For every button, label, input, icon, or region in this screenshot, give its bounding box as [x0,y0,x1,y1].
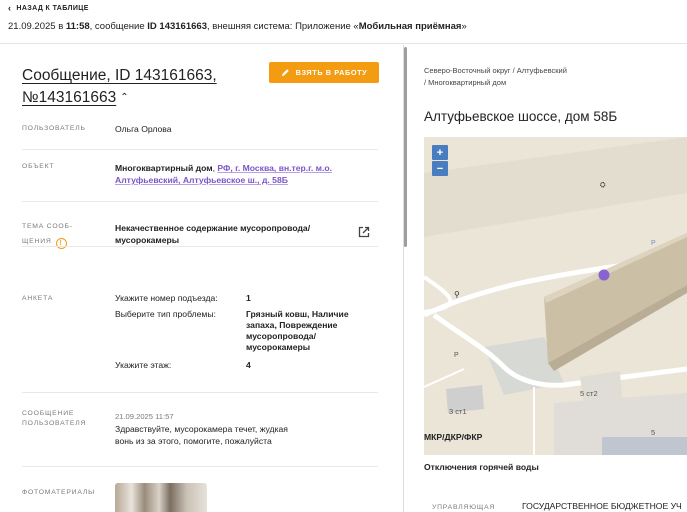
message-title-line2: №143161663 [22,89,117,106]
breadcrumb-line2: / Многоквартирный дом [424,78,507,87]
meta-system-text: , внешняя система: Приложение « [206,21,359,32]
section-mkr[interactable]: МКР/ДКР/ФКР [424,432,482,442]
zoom-in-button[interactable]: + [432,145,448,160]
user-message-text-2: вонь из за этого, помогите, пожалуйста [115,436,272,446]
meta-date: 21.09.2025 [8,21,56,32]
divider [22,149,378,150]
zoom-out-button[interactable]: − [432,161,448,176]
meta-system-close: » [461,21,467,32]
svg-text:⛭: ⛭ [600,181,606,189]
user-message-label-1: СООБЩЕНИЕ [22,410,75,417]
survey-answer: 1 [246,293,251,303]
user-message-label: СООБЩЕНИЕ ПОЛЬЗОВАТЕЛЯ [22,409,86,429]
topic-label: ТЕМА СООБ- ЩЕНИЯ! [22,219,73,249]
user-row: ПОЛЬЗОВАТЕЛЬ Ольга Орлова [22,121,378,141]
photo-thumbnail[interactable] [115,483,207,512]
message-details-panel: Сообщение, ID 143161663, №143161663 ⌃ ВЗЯ… [0,45,403,512]
user-message-row: СООБЩЕНИЕ ПОЛЬЗОВАТЕЛЯ 21.09.2025 11:57 … [22,409,378,451]
management-value: ГОСУДАРСТВЕННОЕ БЮДЖЕТНОЕ УЧ [522,501,682,511]
meta-time: 11:58 [65,21,90,32]
topic-label-1: ТЕМА СООБ- [22,223,73,230]
survey-answer: Грязный ковш, Наличие запаха, Повреждени… [246,309,349,352]
building-label: 3 ст1 [449,407,467,416]
map[interactable]: ⛭ ⚲ P P 3 ст1 5 ст2 5 + − [424,137,687,455]
user-message-value: 21.09.2025 11:57 Здравствуйте, мусорокам… [115,410,355,447]
warning-icon[interactable]: ! [55,238,67,249]
object-row: ОБЪЕКТ Многоквартирный дом, РФ, г. Москв… [22,159,378,191]
user-message-text-1: Здравствуйте, мусорокамера течет, жудкая [115,424,288,434]
management-label: УПРАВЛЯЮЩАЯ [432,504,496,511]
photos-label: ФОТОМАТЕРИАЛЫ [22,489,95,496]
meta-in: в [58,21,64,32]
topic-row: ТЕМА СООБ- ЩЕНИЯ! Некачественное содержа… [22,219,378,259]
take-to-work-button[interactable]: ВЗЯТЬ В РАБОТУ [269,62,379,83]
section-hot-water[interactable]: Отключения горячей воды [424,462,539,472]
chevron-left-icon: ‹ [8,3,12,13]
meta-msg-prefix: , сообщение [89,21,145,32]
back-to-table-link[interactable]: ‹ НАЗАД К ТАБЛИЦЕ [8,4,89,13]
topic-value: Некачественное содержание мусоропровода/… [115,222,345,246]
building-label: 5 [651,428,656,437]
map-zoom-control: + − [432,145,448,176]
topic-value-1: Некачественное содержание мусоропровода/ [115,223,311,233]
object-panel: Северо-Восточный округ / Алтуфьевский / … [408,45,687,512]
parking-icon: P [651,240,656,247]
left-scrollbar[interactable] [404,47,407,247]
message-title[interactable]: Сообщение, ID 143161663, №143161663 ⌃ [22,65,262,109]
survey-answer: 4 [246,360,251,370]
message-meta-line: 21.09.2025 в 11:58, сообщение ID 1431616… [8,21,467,32]
user-message-date: 21.09.2025 11:57 [115,412,174,421]
divider [22,466,378,467]
object-type: Многоквартирный дом [115,163,213,173]
topic-label-2: ЩЕНИЯ [22,238,52,245]
breadcrumb-line1: Северо-Восточный округ / Алтуфьевский [424,66,567,75]
divider [22,392,378,393]
object-value: Многоквартирный дом, РФ, г. Москва, вн.т… [115,162,375,186]
user-message-label-2: ПОЛЬЗОВАТЕЛЯ [22,420,87,427]
address-title: Алтуфьевское шоссе, дом 58Б [424,109,618,124]
object-label: ОБЪЕКТ [22,163,55,170]
user-value: Ольга Орлова [115,124,172,134]
pencil-icon [281,69,289,77]
external-link-icon[interactable] [358,226,370,238]
divider [22,201,378,202]
take-to-work-label: ВЗЯТЬ В РАБОТУ [295,68,368,77]
object-address-link[interactable]: РФ, г. Москва, вн.тер.г. м.о. [217,163,332,173]
back-label: НАЗАД К ТАБЛИЦЕ [16,5,89,12]
top-bar: ‹ НАЗАД К ТАБЛИЦЕ 21.09.2025 в 11:58, со… [0,0,687,44]
user-label: ПОЛЬЗОВАТЕЛЬ [22,125,86,132]
divider [22,246,378,247]
survey-row: АНКЕТА Укажите номер подъезда: 1 Выберит… [22,291,378,381]
building-label: 5 ст2 [580,389,598,398]
survey-question: Укажите этаж: [115,360,172,370]
topic-value-2: мусорокамеры [115,235,180,245]
chevron-up-icon: ⌃ [120,92,129,103]
svg-text:⚲: ⚲ [454,290,460,299]
message-title-line1: Сообщение, ID 143161663, [22,67,217,84]
object-address-link-2[interactable]: Алтуфьевский, Алтуфьевское ш., д. 58Б [115,175,288,185]
survey-label: АНКЕТА [22,295,54,302]
survey-question: Выберите тип проблемы: [115,309,216,319]
meta-msg-id: ID 143161663 [147,21,207,32]
survey-question: Укажите номер подъезда: [115,293,218,303]
parking-icon: P [454,352,459,359]
meta-system-name: Мобильная приёмная [358,21,462,32]
breadcrumb: Северо-Восточный округ / Алтуфьевский / … [424,65,567,89]
